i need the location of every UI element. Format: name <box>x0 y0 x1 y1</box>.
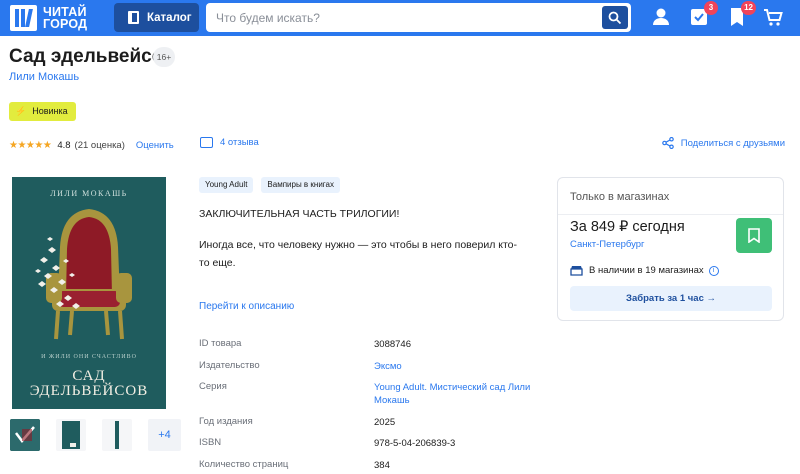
thumbnail-3-preview-icon <box>115 421 119 449</box>
thumbnail-strip: +4 <box>10 419 197 451</box>
share-label: Поделиться с друзьями <box>680 137 785 149</box>
tag-vampires[interactable]: Вампиры в книгах <box>261 177 340 193</box>
spec-value: 2025 <box>374 417 396 428</box>
orders-button[interactable]: 3 <box>688 1 718 30</box>
search-icon <box>608 11 622 25</box>
only-in-shops-label: Только в магазинах <box>570 191 670 203</box>
logo-mark-icon <box>10 5 37 31</box>
chat-icon <box>200 137 213 148</box>
pickup-button[interactable]: Забрать за 1 час → <box>570 286 772 311</box>
search-input[interactable] <box>216 3 596 32</box>
top-header: ЧИТАЙ ГОРОД Каталог 3 12 <box>0 0 800 36</box>
spec-key: ID товара <box>199 338 242 349</box>
share-button[interactable]: Поделиться с друзьями <box>661 137 785 149</box>
cart-icon <box>764 9 783 26</box>
share-icon <box>661 137 674 149</box>
logo-text: ЧИТАЙ ГОРОД <box>43 6 88 31</box>
description-text: Иногда все, что человеку нужно — это что… <box>199 239 517 269</box>
spec-key: Серия <box>199 381 227 392</box>
rating-row: ★★★★★ 4.8 (21 оценка) Оценить <box>9 137 174 153</box>
rating-value: 4.8 <box>57 139 71 151</box>
tag-list: Young Adult Вампиры в книгах <box>199 177 348 193</box>
price-label: За 849 ₽ сегодня <box>570 219 685 235</box>
cart-button[interactable] <box>762 6 786 30</box>
buy-box: Только в магазинах За 849 ₽ сегодня Санк… <box>557 177 784 321</box>
bookmarks-badge: 12 <box>741 1 756 15</box>
rate-link[interactable]: Оценить <box>136 140 174 151</box>
spec-value: 384 <box>374 460 390 471</box>
cover-title-line-1: САД <box>72 368 106 384</box>
stars-icon: ★★★★★ <box>9 139 52 151</box>
spec-key: Количество страниц <box>199 459 289 470</box>
catalog-label: Каталог <box>147 11 192 24</box>
search-button[interactable] <box>602 6 628 29</box>
author-link[interactable]: Лили Мокашь <box>9 71 79 83</box>
page-title: Сад эдельвейсов <box>9 46 176 67</box>
more-thumbnails-button[interactable]: +4 <box>148 419 181 451</box>
publisher-link[interactable]: Эксмо <box>374 360 544 373</box>
spec-key: Год издания <box>199 416 253 427</box>
age-rating-badge: 16+ <box>153 47 175 67</box>
description-headline: ЗАКЛЮЧИТЕЛЬНАЯ ЧАСТЬ ТРИЛОГИИ! <box>199 208 400 220</box>
cover-title-line-2: ЭДЕЛЬВЕЙСОВ <box>29 383 149 399</box>
availability-text: В наличии в 19 магазинах <box>589 265 704 276</box>
logo[interactable]: ЧИТАЙ ГОРОД <box>10 5 87 31</box>
thumbnail-3[interactable] <box>102 419 132 451</box>
bookmarks-button[interactable]: 12 <box>726 1 756 30</box>
cover-subtitle: И ЖИЛИ ОНИ СЧАСТЛИВО <box>41 354 137 360</box>
orders-badge: 3 <box>704 1 718 15</box>
shop-icon <box>570 266 583 276</box>
book-icon <box>128 11 139 24</box>
go-to-description-link[interactable]: Перейти к описанию <box>199 301 294 312</box>
availability-row: В наличии в 19 магазинах i <box>570 265 719 276</box>
spec-value: 3088746 <box>374 339 411 350</box>
thumbnail-1[interactable] <box>10 419 40 451</box>
reviews-link[interactable]: 4 отзыва <box>200 137 259 148</box>
thumbnail-2-preview-icon <box>62 421 80 449</box>
spec-key: Издательство <box>199 360 260 371</box>
bookmark-icon <box>748 228 760 243</box>
add-to-bookmarks-button[interactable] <box>736 218 772 253</box>
city-selector[interactable]: Санкт-Петербург <box>570 239 645 250</box>
tag-young-adult[interactable]: Young Adult <box>199 177 254 193</box>
spec-value: 978-5-04-206839-3 <box>374 438 456 449</box>
thumbnail-1-preview-icon <box>10 419 40 451</box>
series-link[interactable]: Young Adult. Мистический сад Лили Мокашь <box>374 381 544 407</box>
new-badge: ⚡ Новинка <box>9 102 76 121</box>
divider <box>558 214 783 215</box>
cover-title: САД ЭДЕЛЬВЕЙСОВ <box>12 369 166 399</box>
search-bar <box>206 3 631 32</box>
info-icon[interactable]: i <box>708 265 719 276</box>
profile-button[interactable] <box>650 6 674 30</box>
new-badge-label: Новинка <box>32 106 68 116</box>
user-icon <box>653 8 669 25</box>
logo-line-2: ГОРОД <box>43 17 88 31</box>
lightning-icon: ⚡ <box>15 106 27 116</box>
book-cover-image[interactable]: ЛИЛИ МОКАШЬ И ЖИЛИ ОНИ СЧАСТЛИВО САД ЭДЕ… <box>12 177 166 409</box>
catalog-button[interactable]: Каталог <box>114 3 199 32</box>
spec-key: ISBN <box>199 437 222 448</box>
rating-count: (21 оценка) <box>74 139 125 151</box>
reviews-label: 4 отзыва <box>220 137 259 148</box>
thumbnail-2[interactable] <box>56 419 86 451</box>
